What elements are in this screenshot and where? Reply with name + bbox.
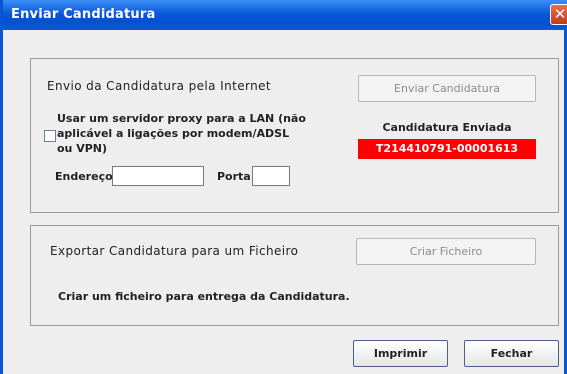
close-button[interactable]: Fechar: [464, 340, 559, 367]
create-file-button[interactable]: Criar Ficheiro: [356, 238, 536, 265]
dialog-window: Enviar Candidatura ✕ Envio da Candidatur…: [0, 0, 567, 374]
status-title: Candidatura Enviada: [382, 121, 512, 134]
send-application-button[interactable]: Enviar Candidatura: [358, 75, 536, 102]
status-badge: T214410791-00001613: [358, 139, 536, 159]
port-input[interactable]: [252, 166, 290, 186]
proxy-checkbox-label: Usar um servidor proxy para a LAN (não a…: [57, 112, 306, 155]
export-panel-heading: Exportar Candidatura para um Ficheiro: [50, 244, 299, 258]
address-label: Endereço: [55, 170, 113, 183]
window-title: Enviar Candidatura: [11, 7, 156, 22]
title-bar[interactable]: Enviar Candidatura ✕: [3, 0, 567, 30]
address-input[interactable]: [112, 166, 204, 186]
proxy-checkbox[interactable]: [44, 130, 56, 142]
port-label: Porta: [217, 170, 251, 183]
internet-panel-heading: Envio da Candidatura pela Internet: [47, 79, 271, 93]
close-icon[interactable]: ✕: [550, 4, 567, 25]
export-description: Criar um ficheiro para entrega da Candid…: [58, 290, 350, 303]
print-button[interactable]: Imprimir: [353, 340, 448, 367]
